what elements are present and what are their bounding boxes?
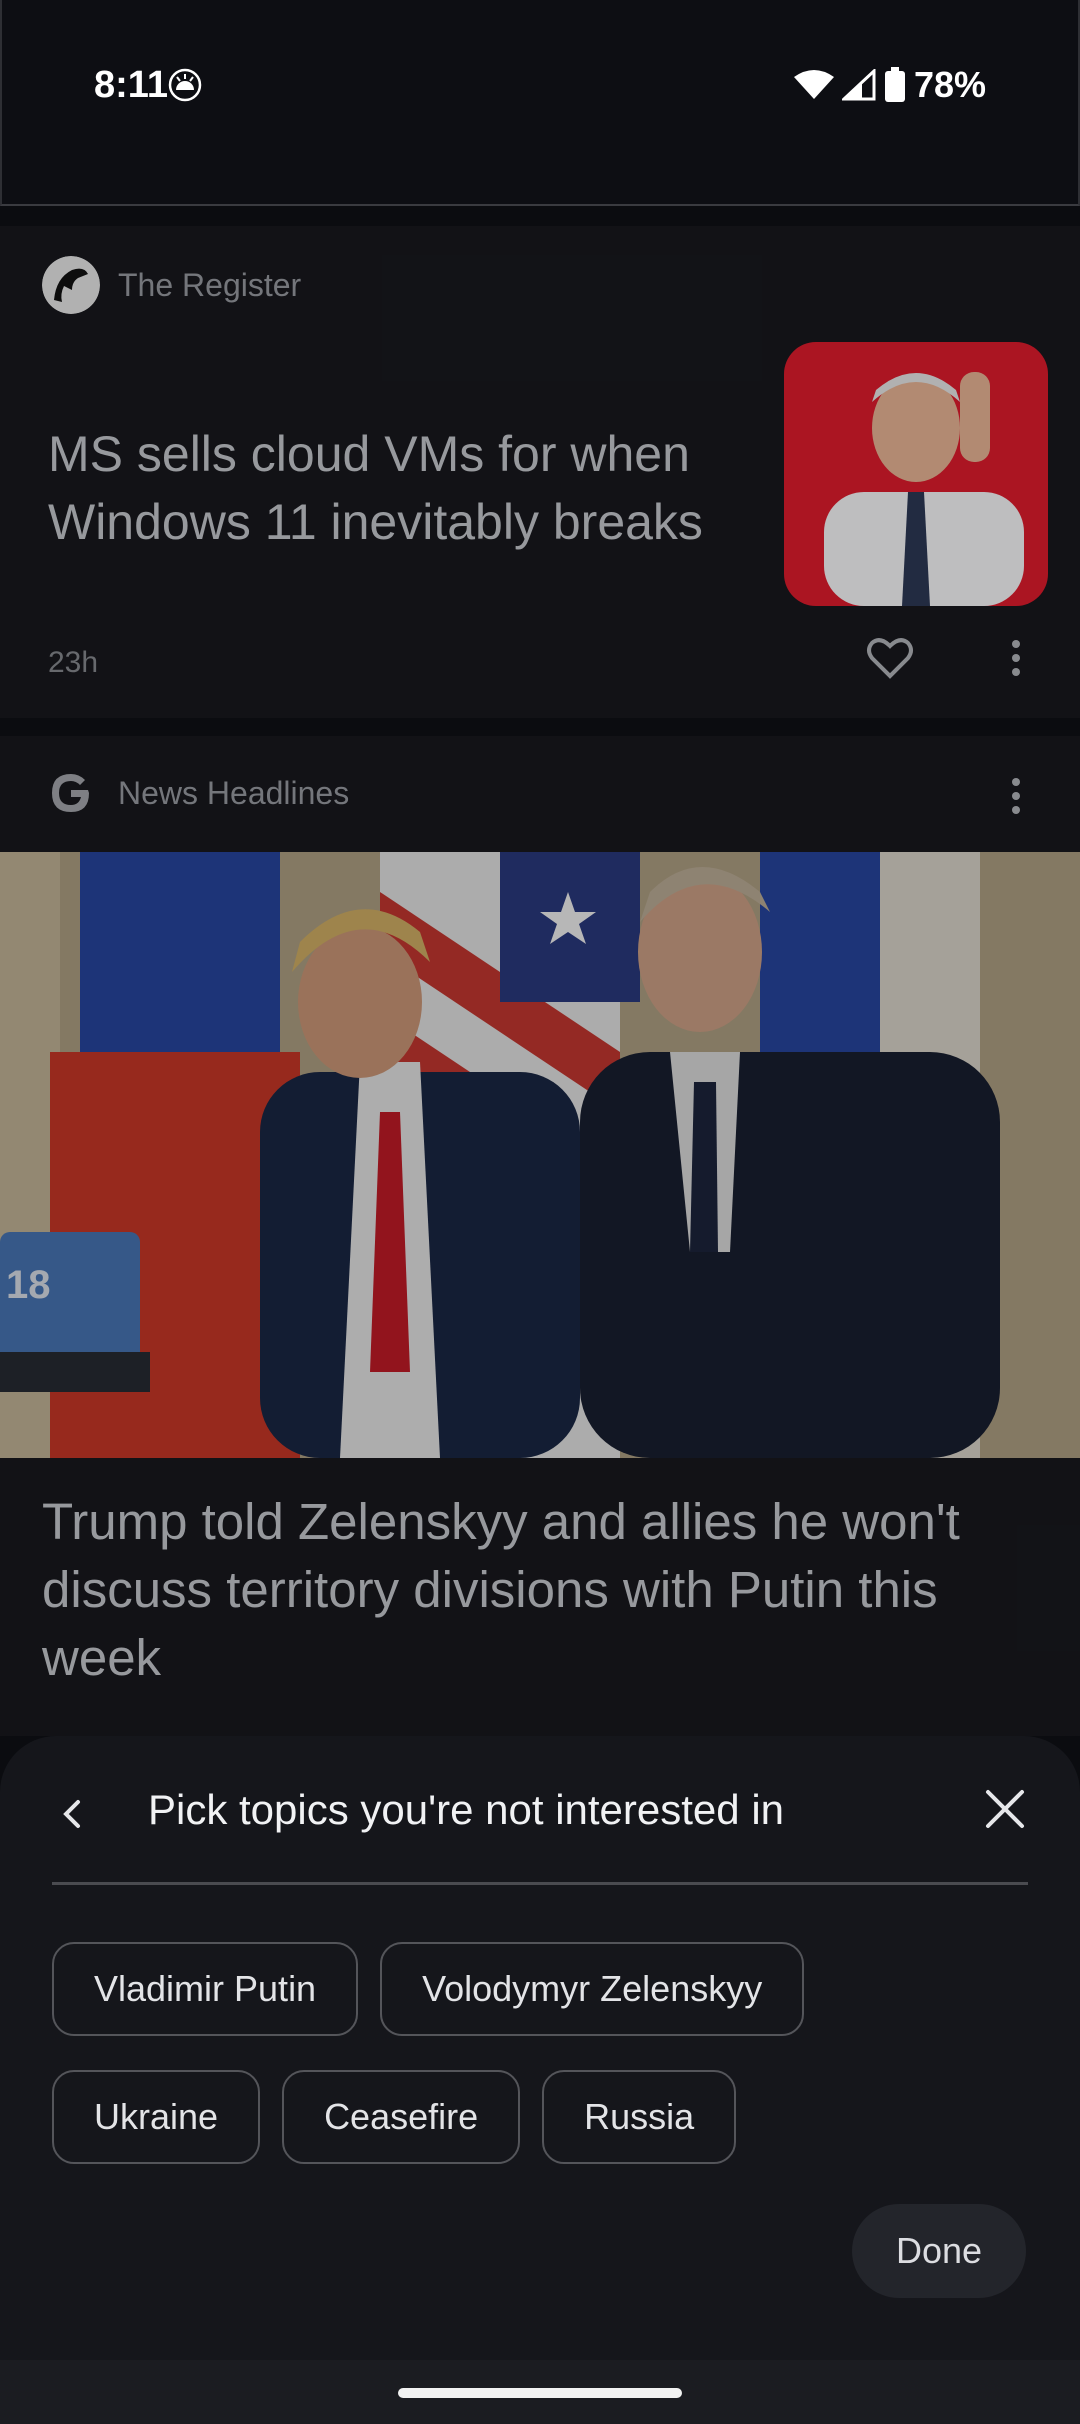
chip-row: Vladimir Putin Volodymyr Zelenskyy [52,1942,1032,2036]
topic-chip-volodymyr-zelenskyy[interactable]: Volodymyr Zelenskyy [380,1942,805,2036]
status-icons: 78% [793,64,986,106]
topic-chips: Vladimir Putin Volodymyr Zelenskyy Ukrai… [52,1942,1032,2198]
wifi-icon [793,70,834,99]
screen: 8:11 78% The Register MS sells cloud VMs… [0,0,1080,2424]
topic-chip-vladimir-putin[interactable]: Vladimir Putin [52,1942,359,2036]
divider [52,1882,1028,1885]
done-button[interactable]: Done [852,2204,1026,2298]
status-bar: 8:11 78% [0,0,1080,206]
battery-icon [884,67,905,102]
sheet-title: Pick topics you're not interested in [148,1786,785,1833]
cell-signal-icon [841,69,876,101]
status-time: 8:11 [94,64,168,106]
weather-sun-icon [168,68,202,102]
topic-chip-ceasefire[interactable]: Ceasefire [282,2070,521,2164]
chip-row: Ukraine Ceasefire Russia [52,2070,1032,2164]
topic-chip-ukraine[interactable]: Ukraine [52,2070,261,2164]
close-icon[interactable] [984,1788,1026,1830]
home-gesture-handle[interactable] [398,2388,682,2398]
navigation-bar [0,2360,1080,2424]
chevron-left-icon[interactable] [54,1796,90,1832]
topic-chip-russia[interactable]: Russia [542,2070,737,2164]
battery-percent: 78% [913,64,986,105]
topics-bottom-sheet: Pick topics you're not interested in Vla… [0,1736,1080,2360]
